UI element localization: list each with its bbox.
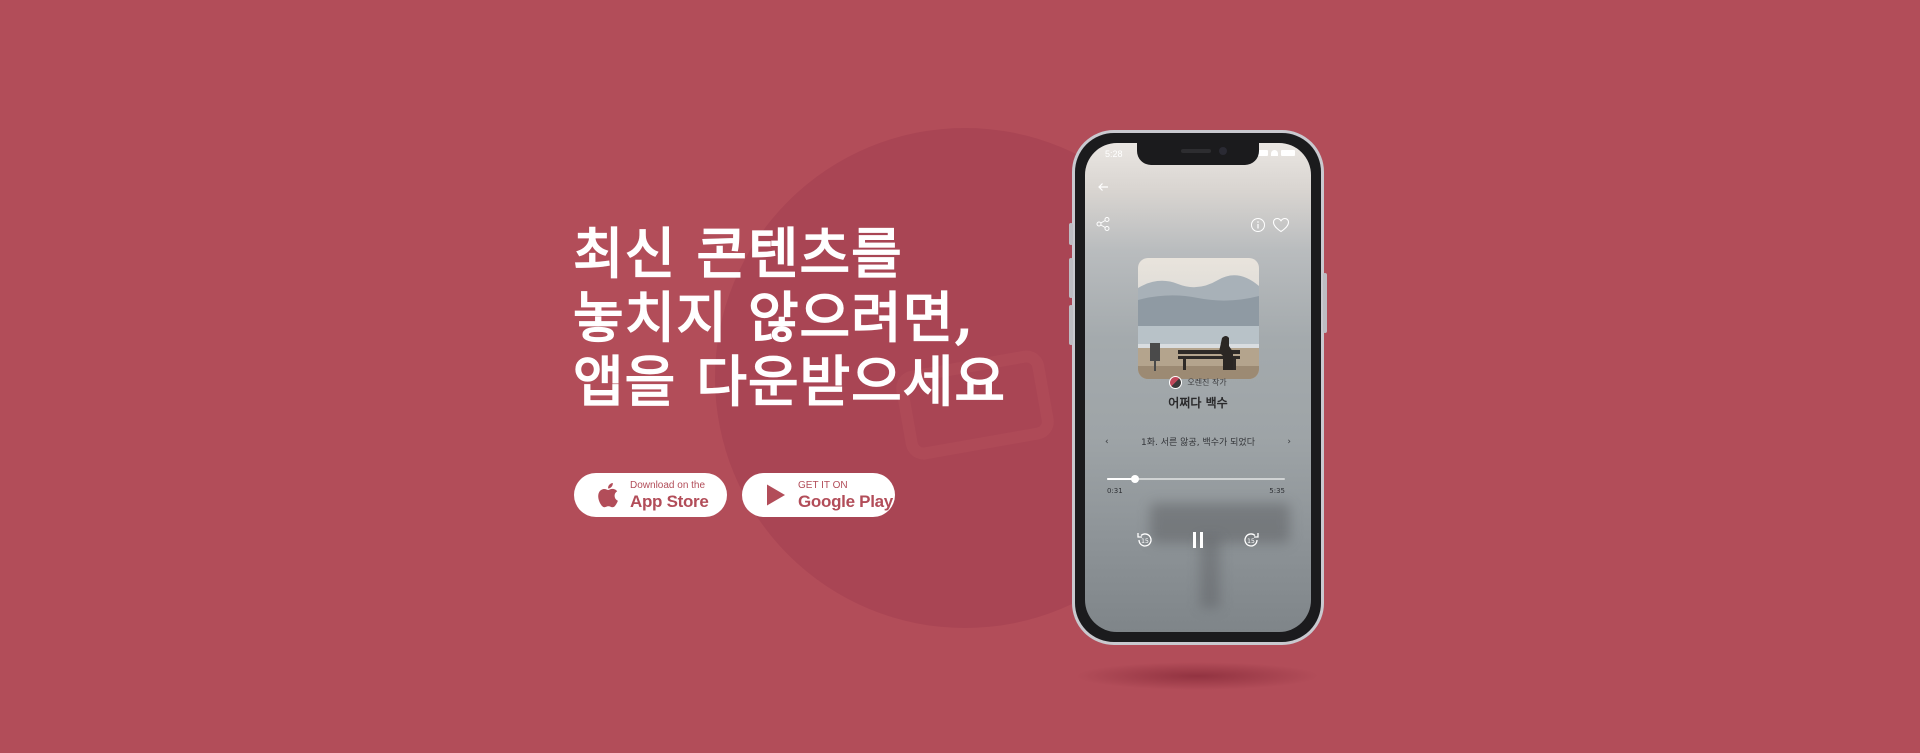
status-time: 5:28 [1105, 149, 1123, 159]
episode-title: 1화. 서른 앓공, 백수가 되었다 [1141, 438, 1255, 448]
svg-text:15: 15 [1141, 538, 1149, 545]
phone-shadow [1075, 662, 1320, 690]
forward-15-icon[interactable]: 15 [1239, 528, 1263, 552]
headline-line-3: 앱을 다운받으세요 [573, 349, 1006, 414]
rewind-15-icon[interactable]: 15 [1133, 528, 1157, 552]
episode-navigator: ‹ 1화. 서른 앓공, 백수가 되었다 › [1105, 435, 1291, 449]
heart-icon[interactable] [1271, 216, 1291, 234]
total-time: 5:35 [1269, 487, 1285, 495]
app-store-label: App Store [630, 491, 709, 511]
apple-icon [594, 481, 622, 509]
progress-knob[interactable] [1131, 475, 1140, 483]
phone-mute-switch [1069, 223, 1073, 245]
google-play-button[interactable]: GET IT ON Google Play [742, 473, 895, 517]
info-icon[interactable] [1249, 216, 1267, 234]
status-icons [1258, 150, 1295, 156]
phone-volume-up [1069, 258, 1073, 298]
background-blur [1150, 503, 1290, 543]
album-artwork [1138, 258, 1259, 379]
phone-mockup: 5:28 오렌진 작가 어쩌다 백수 ‹ 1화. 서른 앓공, 백수가 되었다 … [1069, 130, 1327, 645]
google-play-caption: GET IT ON [798, 479, 848, 491]
chevron-right-icon[interactable]: › [1287, 437, 1291, 447]
phone-notch [1137, 143, 1259, 165]
pause-icon[interactable] [1186, 528, 1210, 552]
app-store-button[interactable]: Download on the App Store [574, 473, 727, 517]
play-icon [762, 481, 790, 509]
signal-icon [1258, 150, 1268, 156]
wifi-icon [1271, 150, 1278, 156]
phone-volume-down [1069, 305, 1073, 345]
back-arrow-icon[interactable] [1095, 179, 1111, 195]
battery-icon [1281, 150, 1295, 156]
share-icon[interactable] [1094, 215, 1112, 233]
progress-bar[interactable] [1107, 475, 1285, 483]
app-store-caption: Download on the [630, 479, 706, 491]
promo-headline: 최신 콘텐츠를 놓치지 않으려면, 앱을 다운받으세요 [573, 222, 1006, 414]
content-title: 어쩌다 백수 [1168, 396, 1228, 410]
svg-text:15: 15 [1247, 538, 1255, 545]
phone-power-button [1323, 273, 1327, 333]
author-name: 오렌진 작가 [1187, 378, 1227, 387]
author-avatar [1169, 376, 1183, 389]
current-time: 0:31 [1107, 487, 1123, 495]
player-screen: 5:28 오렌진 작가 어쩌다 백수 ‹ 1화. 서른 앓공, 백수가 되었다 … [1085, 143, 1311, 632]
google-play-label: Google Play [798, 491, 893, 511]
headline-line-2: 놓치지 않으려면, [573, 285, 975, 350]
headline-line-1: 최신 콘텐츠를 [573, 221, 903, 286]
author-row[interactable]: 오렌진 작가 [1085, 376, 1311, 389]
